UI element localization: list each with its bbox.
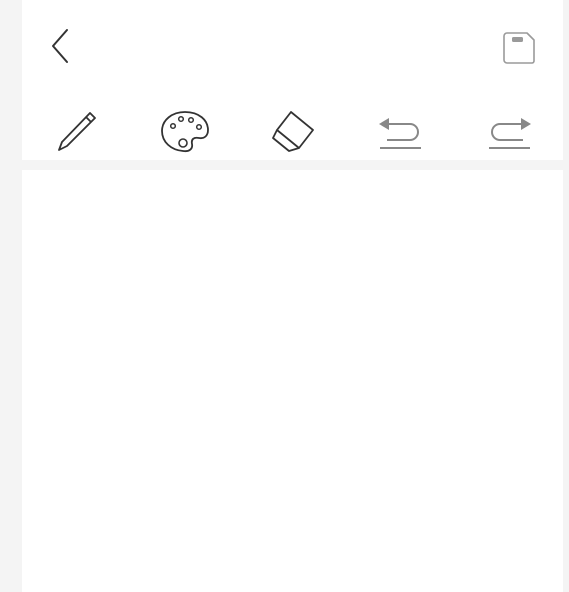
save-icon	[503, 32, 535, 64]
drawing-canvas[interactable]	[22, 170, 563, 592]
undo-icon	[379, 118, 421, 149]
palette-icon	[161, 111, 209, 153]
eraser-icon	[272, 111, 314, 152]
chevron-left-icon	[52, 29, 68, 63]
redo-button[interactable]	[484, 110, 534, 154]
color-tool-button[interactable]	[158, 106, 212, 156]
back-button[interactable]	[44, 26, 76, 66]
eraser-tool-button[interactable]	[268, 106, 318, 156]
redo-icon	[489, 118, 531, 149]
pen-tool-button[interactable]	[52, 106, 102, 156]
header-bar	[22, 0, 563, 88]
pencil-icon	[58, 112, 96, 151]
undo-button[interactable]	[376, 110, 426, 154]
save-button[interactable]	[500, 28, 538, 68]
